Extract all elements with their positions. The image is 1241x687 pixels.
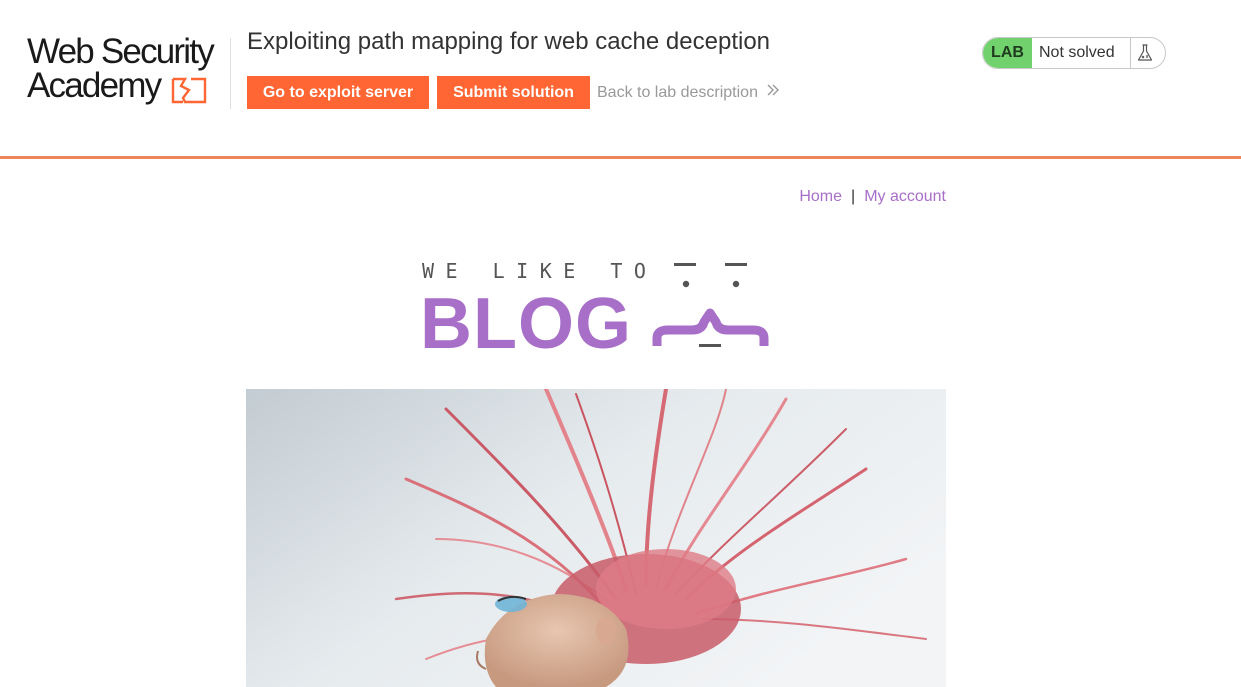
logo-bolt-icon xyxy=(171,77,207,104)
go-to-exploit-server-button[interactable]: Go to exploit server xyxy=(247,76,429,109)
web-security-academy-logo[interactable]: Web Security Academy xyxy=(27,32,227,108)
lab-status-text: Not solved xyxy=(1039,44,1115,61)
logo-text-line2: Academy xyxy=(27,66,162,105)
submit-solution-button[interactable]: Submit solution xyxy=(437,76,590,109)
double-chevron-right-icon xyxy=(766,76,780,109)
hero-photo xyxy=(246,389,946,687)
header-divider-rule xyxy=(0,156,1241,159)
lab-badge: LAB xyxy=(983,38,1032,68)
banner-face-icon xyxy=(652,263,769,347)
back-link-label: Back to lab description xyxy=(597,84,758,101)
blog-banner-logo: WE LIKE TO BLOG xyxy=(420,259,769,354)
logo-divider xyxy=(230,38,231,109)
banner-tagline: WE LIKE TO xyxy=(422,259,657,283)
lab-title: Exploiting path mapping for web cache de… xyxy=(247,28,771,55)
hero-image[interactable] xyxy=(246,389,946,687)
top-nav: Home | My account xyxy=(780,188,946,206)
face xyxy=(476,594,629,687)
lab-status-widget: LAB Not solved xyxy=(982,37,1166,69)
nav-link-my-account[interactable]: My account xyxy=(864,188,946,205)
nav-link-home[interactable]: Home xyxy=(799,188,842,205)
banner-blog-word: BLOG xyxy=(420,284,632,354)
lab-header: Web Security Academy Exploiting path map… xyxy=(0,0,1241,156)
nav-separator: | xyxy=(851,188,856,205)
flask-icon xyxy=(1137,44,1153,61)
back-to-lab-description-link[interactable]: Back to lab description xyxy=(597,76,780,109)
status-separator xyxy=(1130,38,1131,68)
